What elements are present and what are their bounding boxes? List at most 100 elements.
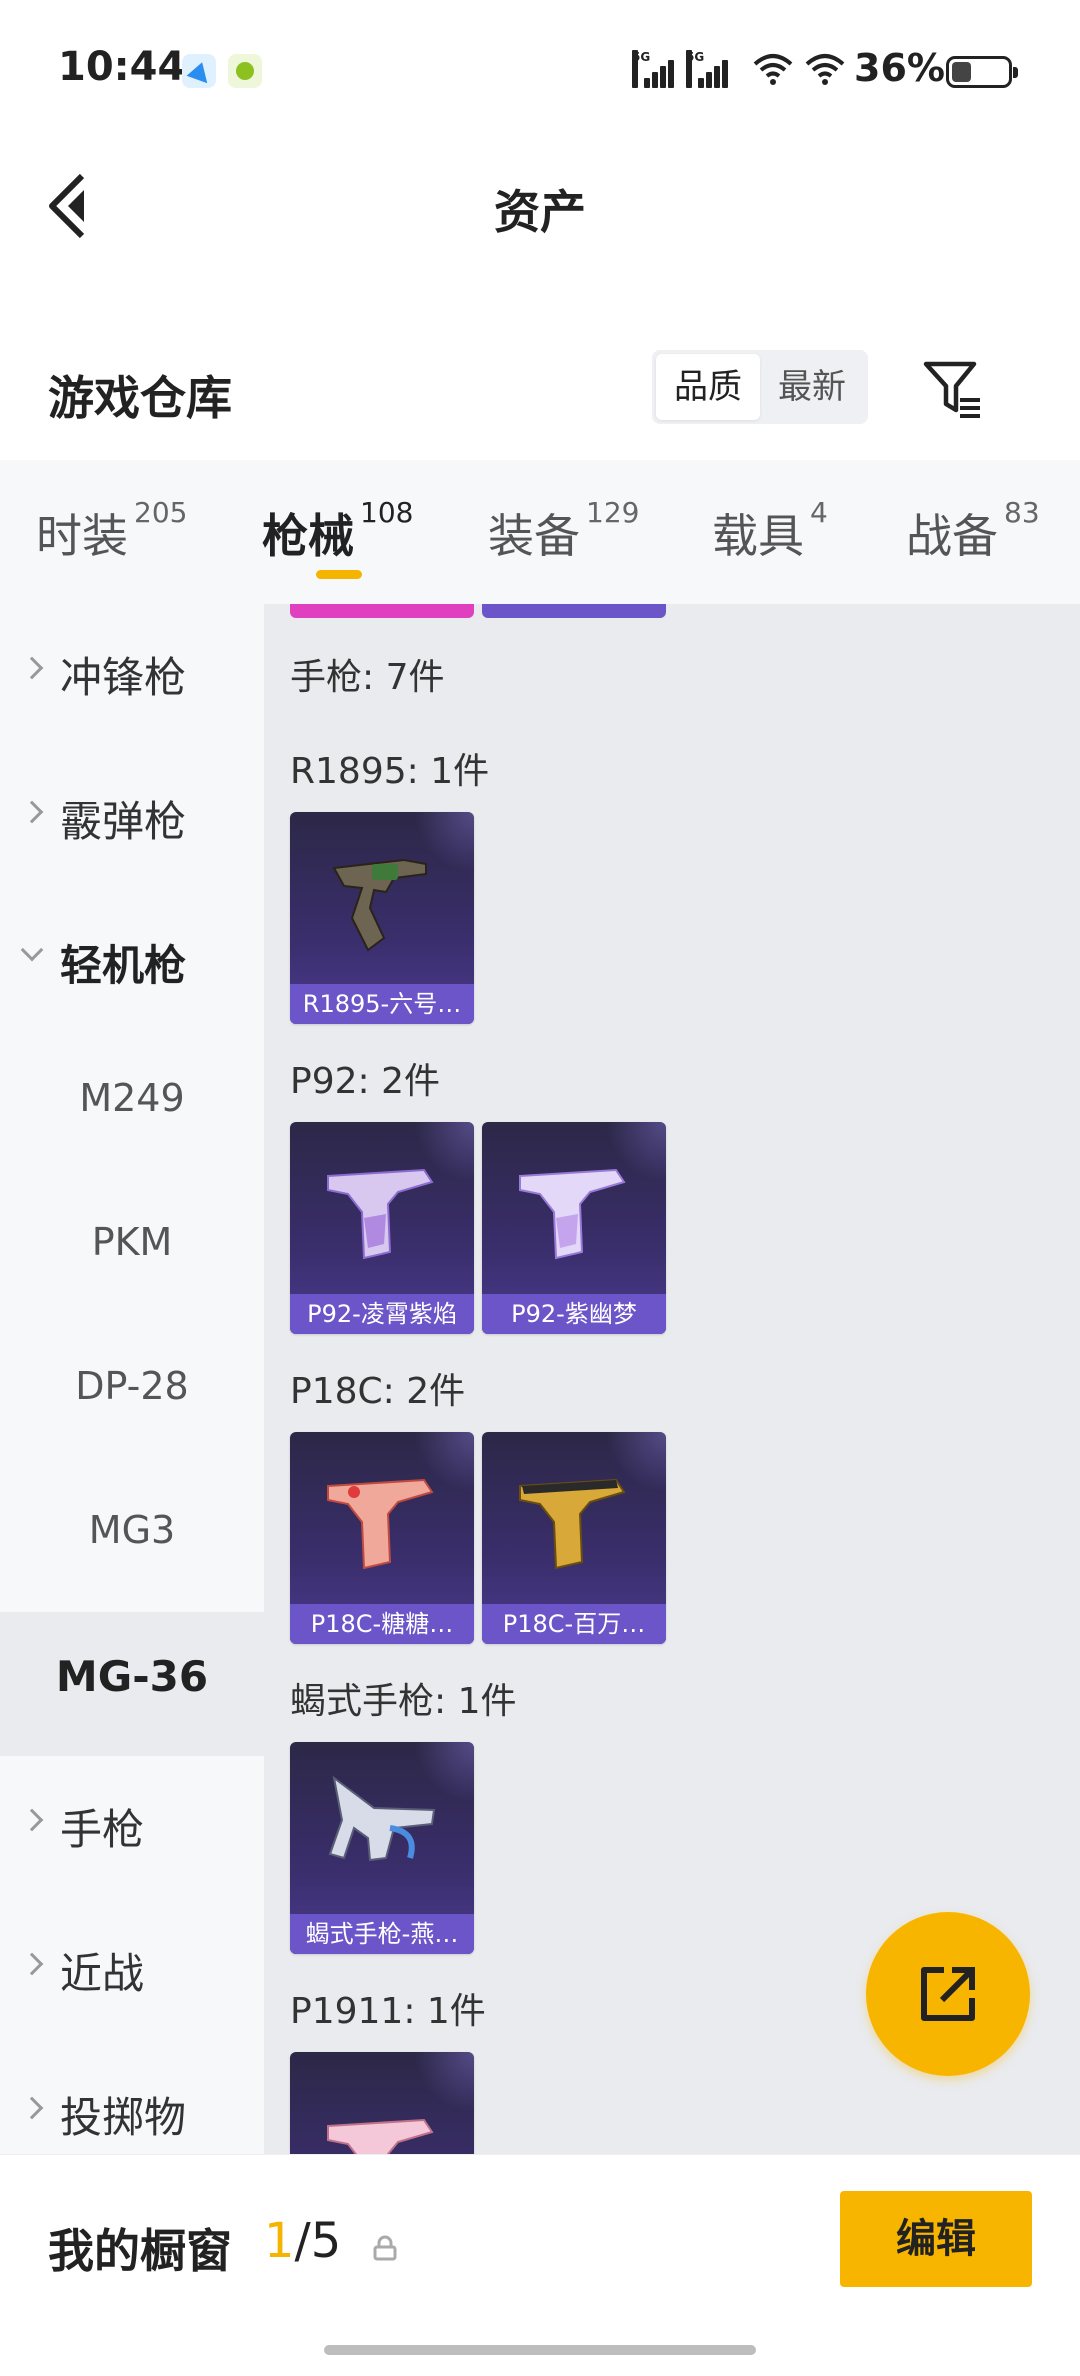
tab-vehicles[interactable]: 载具 4 [712,496,828,566]
weapon-card[interactable]: P92-紫幽梦 [482,1122,666,1334]
battery-percentage: 36% [854,46,945,90]
group-title: P92: 2件 [290,1061,440,1102]
sidebar-subitem-pkm[interactable]: PKM [0,1180,264,1324]
sidebar-subitem-dp28[interactable]: DP-28 [0,1324,264,1468]
pistol-icon [327,1168,434,1260]
showcase-current-count: 1 [264,2213,295,2269]
tab-count: 108 [360,496,414,529]
showcase-total-count: /5 [294,2213,342,2269]
sidebar-item-label: PKM [91,1220,173,1264]
page-title: 资产 [494,185,586,239]
sort-by-newest-button[interactable]: 最新 [760,354,864,420]
share-external-icon [921,1967,975,2021]
wifi-icon [753,54,793,85]
section-title: 手枪: 7件 [290,657,445,698]
sidebar-subitem-mg3[interactable]: MG3 [0,1468,264,1612]
group-title: R1895: 1件 [290,751,490,792]
pistol-icon [327,2118,434,2154]
tab-label: 载具 [712,509,804,563]
card-name: 蝎式手枪-燕… [290,1914,474,1954]
top-nav-bar: 资产 [0,130,1080,280]
tab-count: 83 [1004,496,1040,529]
pistol-icon [327,1478,434,1570]
chevron-right-icon [20,800,44,824]
sort-toggle: 品质 最新 [652,350,868,424]
chevron-right-icon [20,1952,44,1976]
tab-count: 4 [810,496,828,529]
showcase-count: 1/5 [264,2213,341,2269]
chevron-right-icon [20,656,44,680]
weapon-card[interactable]: P18C-百万… [482,1432,666,1644]
tab-firearms[interactable]: 枪械 108 [262,496,413,566]
weapon-card[interactable]: P18C-糖糖… [290,1432,474,1644]
showcase-bar: 我的橱窗 1/5 编辑 [0,2154,1080,2376]
tab-supplies[interactable]: 战备 83 [906,496,1040,566]
warehouse-title: 游戏仓库 [48,371,232,425]
edit-button[interactable]: 编辑 [840,2191,1032,2287]
group-title: 蝎式手枪: 1件 [290,1681,517,1722]
pistol-icon [519,1168,626,1260]
tab-label: 时装 [36,509,128,563]
active-tab-indicator [316,570,362,579]
sidebar-item-label: 近战 [60,1949,145,1998]
weapon-category-sidebar: 冲锋枪 霰弹枪 轻机枪 M249 PKM DP-28 MG3 MG-36 手枪 [0,604,264,2154]
tab-label: 战备 [906,509,998,563]
sidebar-item-label: MG-36 [55,1652,209,1701]
sidebar-item-smg[interactable]: 冲锋枪 [0,604,264,748]
card-name: P92-凌霄紫焰 [290,1294,474,1334]
revolver-icon [332,858,427,952]
tab-fashion[interactable]: 时装 205 [36,496,187,566]
weapon-card[interactable] [290,2052,474,2154]
app-notification-icon [228,54,262,88]
weapon-card[interactable]: 蝎式手枪-燕… [290,1742,474,1954]
card-name: P18C-糖糖… [290,1604,474,1644]
cellular-signal-icon: 5G [632,50,674,88]
sidebar-item-pistol[interactable]: 手枪 [0,1756,264,1900]
sidebar-item-throwables[interactable]: 投掷物 [0,2044,264,2154]
sidebar-item-label: M249 [79,1076,185,1120]
cellular-signal-icon-2: 5G [686,50,728,88]
tab-label: 装备 [488,509,580,563]
sidebar-item-label: 霰弹枪 [60,797,187,846]
previous-card-edge [482,604,666,618]
card-name: P18C-百万… [482,1604,666,1644]
home-indicator[interactable] [324,2345,756,2355]
sidebar-item-lmg[interactable]: 轻机枪 [0,892,264,1036]
sidebar-item-label: MG3 [88,1508,176,1552]
battery-icon [946,56,1018,88]
sort-by-quality-button[interactable]: 品质 [656,354,760,420]
group-title: P1911: 1件 [290,1991,486,2032]
sidebar-subitem-mg36[interactable]: MG-36 [0,1612,264,1756]
card-name: P92-紫幽梦 [482,1294,666,1334]
chevron-right-icon [20,2096,44,2120]
tab-label: 枪械 [262,509,354,563]
sidebar-item-label: 冲锋枪 [60,653,187,702]
previous-card-edge [290,604,474,618]
sidebar-item-label: 轻机枪 [60,941,187,990]
sidebar-item-shotgun[interactable]: 霰弹枪 [0,748,264,892]
tab-equipment[interactable]: 装备 129 [488,496,639,566]
sidebar-item-melee[interactable]: 近战 [0,1900,264,2044]
chevron-right-icon [20,1808,44,1832]
group-title: P18C: 2件 [290,1371,466,1412]
status-bar: 10:44 5G 5G 36% [0,0,1080,130]
pistol-icon [519,1478,626,1570]
category-tabs: 时装 205 枪械 108 装备 129 载具 4 战备 83 [0,460,1080,604]
showcase-label: 我的橱窗 [48,2224,232,2278]
smg-pistol-icon [328,1775,436,1862]
sidebar-item-label: 投掷物 [60,2093,187,2142]
sidebar-subitem-m249[interactable]: M249 [0,1036,264,1180]
tab-count: 129 [586,496,640,529]
status-time: 10:44 [58,44,186,90]
filter-icon[interactable] [920,356,986,422]
chevron-down-icon [20,938,44,962]
network-type-label-2: 5G [686,50,704,88]
sidebar-item-label: 手枪 [60,1805,145,1854]
tab-count: 205 [134,496,188,529]
warehouse-header: 游戏仓库 品质 最新 [0,280,1080,460]
lock-icon [373,2235,397,2261]
weapon-card[interactable]: R1895-六号… [290,812,474,1024]
share-button[interactable] [866,1912,1030,2076]
weapon-card[interactable]: P92-凌霄紫焰 [290,1122,474,1334]
telegram-notification-icon [182,54,216,88]
